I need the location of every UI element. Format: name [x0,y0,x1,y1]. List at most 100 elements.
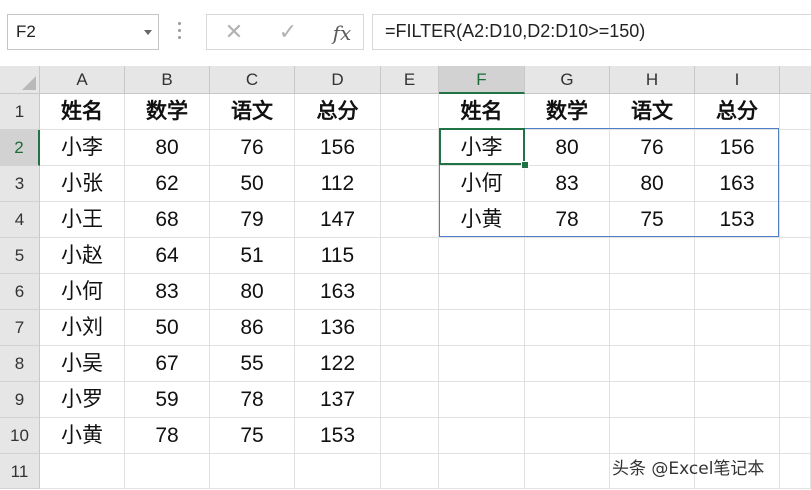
cell-b11[interactable] [125,454,210,489]
cell-d4[interactable]: 147 [295,202,381,238]
cell-a10[interactable]: 小黄 [40,418,125,454]
cell-d1[interactable]: 总分 [295,94,381,130]
cell-c1[interactable]: 语文 [210,94,295,130]
row-header-2[interactable]: 2 [0,130,40,166]
cell-c10[interactable]: 75 [210,418,295,454]
cell-i8[interactable] [695,346,780,382]
cell-b3[interactable]: 62 [125,166,210,202]
cell-h1[interactable]: 语文 [610,94,695,130]
cell-g4[interactable]: 78 [525,202,610,238]
column-header-d[interactable]: D [295,66,381,94]
cell-i10[interactable] [695,418,780,454]
cell-b8[interactable]: 67 [125,346,210,382]
column-header-c[interactable]: C [210,66,295,94]
cell-d6[interactable]: 163 [295,274,381,310]
cell-j4[interactable] [780,202,811,238]
cell-h10[interactable] [610,418,695,454]
row-header-6[interactable]: 6 [0,274,40,310]
cell-b10[interactable]: 78 [125,418,210,454]
cell-e1[interactable] [381,94,439,130]
cell-g6[interactable] [525,274,610,310]
name-box[interactable]: F2 [7,14,159,50]
column-header-g[interactable]: G [525,66,610,94]
cell-h5[interactable] [610,238,695,274]
cell-j8[interactable] [780,346,811,382]
cell-j3[interactable] [780,166,811,202]
cell-b5[interactable]: 64 [125,238,210,274]
formula-input[interactable]: =FILTER(A2:D10,D2:D10>=150) [372,14,811,50]
cell-b2[interactable]: 80 [125,130,210,166]
cell-c6[interactable]: 80 [210,274,295,310]
cell-h7[interactable] [610,310,695,346]
cancel-icon[interactable]: ✕ [219,19,249,47]
cell-f6[interactable] [439,274,525,310]
column-header-b[interactable]: B [125,66,210,94]
cell-j5[interactable] [780,238,811,274]
column-header-i[interactable]: I [695,66,780,94]
cell-d3[interactable]: 112 [295,166,381,202]
cell-a4[interactable]: 小王 [40,202,125,238]
cell-f3[interactable]: 小何 [439,166,525,202]
cell-i6[interactable] [695,274,780,310]
cell-i4[interactable]: 153 [695,202,780,238]
cell-c5[interactable]: 51 [210,238,295,274]
cell-a6[interactable]: 小何 [40,274,125,310]
cell-e6[interactable] [381,274,439,310]
row-header-7[interactable]: 7 [0,310,40,346]
cell-e11[interactable] [381,454,439,489]
cell-f9[interactable] [439,382,525,418]
row-header-10[interactable]: 10 [0,418,40,454]
column-header-f[interactable]: F [439,66,525,94]
cell-i1[interactable]: 总分 [695,94,780,130]
cell-d11[interactable] [295,454,381,489]
row-header-4[interactable]: 4 [0,202,40,238]
insert-function-icon[interactable]: fx [327,19,357,47]
cell-e2[interactable] [381,130,439,166]
cell-j9[interactable] [780,382,811,418]
cell-c11[interactable] [210,454,295,489]
row-header-3[interactable]: 3 [0,166,40,202]
cell-g8[interactable] [525,346,610,382]
cell-h2[interactable]: 76 [610,130,695,166]
cell-d5[interactable]: 115 [295,238,381,274]
row-header-11[interactable]: 11 [0,454,40,489]
cell-h4[interactable]: 75 [610,202,695,238]
cell-b4[interactable]: 68 [125,202,210,238]
cell-h6[interactable] [610,274,695,310]
cell-e3[interactable] [381,166,439,202]
cell-g2[interactable]: 80 [525,130,610,166]
cell-b9[interactable]: 59 [125,382,210,418]
cell-f7[interactable] [439,310,525,346]
column-header-a[interactable]: A [40,66,125,94]
cell-b6[interactable]: 83 [125,274,210,310]
cell-f4[interactable]: 小黄 [439,202,525,238]
cell-d2[interactable]: 156 [295,130,381,166]
fill-handle[interactable] [521,161,529,169]
cell-d7[interactable]: 136 [295,310,381,346]
cell-g1[interactable]: 数学 [525,94,610,130]
cell-g10[interactable] [525,418,610,454]
column-header-h[interactable]: H [610,66,695,94]
cell-e7[interactable] [381,310,439,346]
cell-j1[interactable] [780,94,811,130]
cell-j6[interactable] [780,274,811,310]
cell-a1[interactable]: 姓名 [40,94,125,130]
cell-h3[interactable]: 80 [610,166,695,202]
cell-c3[interactable]: 50 [210,166,295,202]
cell-e9[interactable] [381,382,439,418]
cell-f2[interactable]: 小李 [439,130,525,166]
cell-g11[interactable] [525,454,610,489]
cell-a8[interactable]: 小吴 [40,346,125,382]
cell-e8[interactable] [381,346,439,382]
cell-g7[interactable] [525,310,610,346]
row-header-8[interactable]: 8 [0,346,40,382]
cell-i9[interactable] [695,382,780,418]
cell-a9[interactable]: 小罗 [40,382,125,418]
cell-d8[interactable]: 122 [295,346,381,382]
cell-a7[interactable]: 小刘 [40,310,125,346]
cell-b7[interactable]: 50 [125,310,210,346]
cell-c2[interactable]: 76 [210,130,295,166]
cell-f10[interactable] [439,418,525,454]
cell-j7[interactable] [780,310,811,346]
cell-c9[interactable]: 78 [210,382,295,418]
